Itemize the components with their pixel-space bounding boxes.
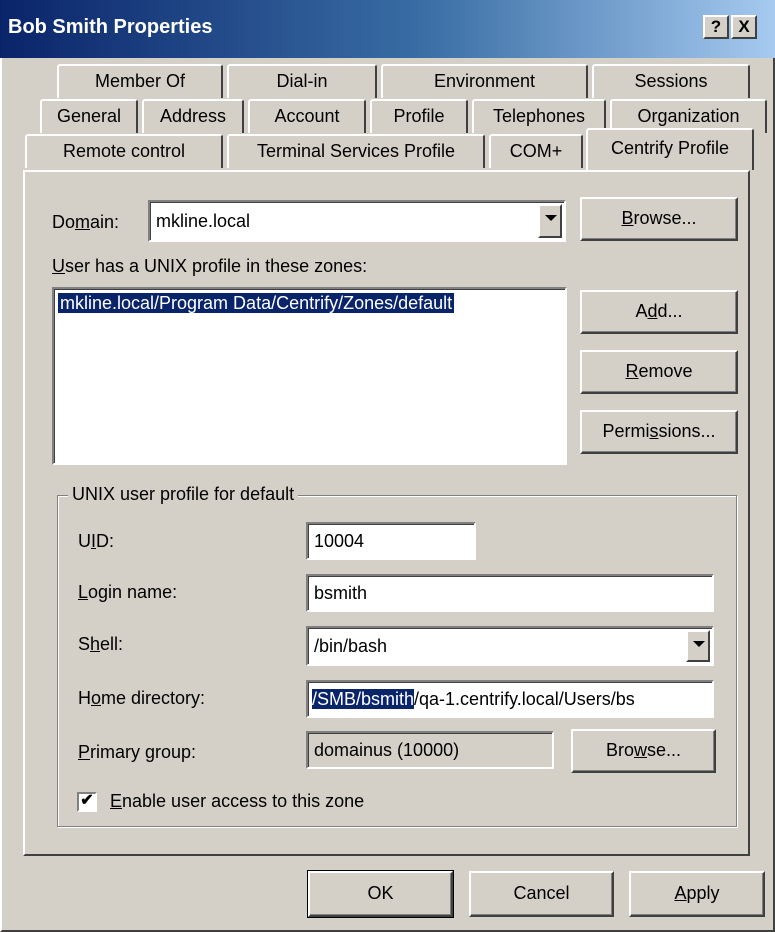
chevron-down-icon[interactable] <box>686 630 710 662</box>
tab-sessions[interactable]: Sessions <box>592 64 750 98</box>
enable-access-label[interactable]: Enable user access to this zone <box>110 791 364 812</box>
domain-value: mkline.local <box>156 211 251 231</box>
domain-label: Domain: <box>52 212 120 232</box>
close-icon: X <box>738 17 750 36</box>
uid-label: UID: <box>78 531 115 551</box>
tab-com-plus[interactable]: COM+ <box>489 134 583 168</box>
home-directory-field[interactable]: /SMB/bsmith/qa-1.centrify.local/Users/bs <box>306 680 714 718</box>
tab-remote-control[interactable]: Remote control <box>25 134 223 168</box>
home-directory-label: Home directory: <box>78 688 206 708</box>
domain-combobox[interactable]: mkline.local <box>148 200 566 242</box>
home-directory-selection: /SMB/bsmith <box>312 689 415 709</box>
tab-centrify-profile[interactable]: Centrify Profile <box>586 128 754 170</box>
chevron-down-icon[interactable] <box>538 204 562 238</box>
cancel-button[interactable]: Cancel <box>469 871 614 917</box>
primary-group-field: domainus (10000) <box>306 731 554 769</box>
tab-terminal-services-profile[interactable]: Terminal Services Profile <box>227 134 485 168</box>
help-button[interactable]: ? <box>703 15 729 39</box>
shell-combobox[interactable]: /bin/bash <box>306 626 714 666</box>
primary-group-label: Primary group: <box>78 742 197 762</box>
checkmark-icon: ✔ <box>80 792 94 809</box>
shell-label: Shell: <box>78 634 124 654</box>
tab-dial-in[interactable]: Dial-in <box>227 64 377 98</box>
help-icon: ? <box>710 17 722 36</box>
list-item[interactable]: mkline.local/Program Data/Centrify/Zones… <box>58 293 561 314</box>
permissions-button[interactable]: Permissions... <box>580 410 738 454</box>
zones-listbox[interactable]: mkline.local/Program Data/Centrify/Zones… <box>52 287 567 465</box>
window-title: Bob Smith Properties <box>8 16 213 38</box>
tab-member-of[interactable]: Member Of <box>57 64 223 98</box>
login-name-field[interactable]: bsmith <box>306 574 714 612</box>
ok-button[interactable]: OK <box>307 870 454 918</box>
add-zone-button[interactable]: Add... <box>580 290 738 334</box>
groupbox-title: UNIX user profile for default <box>68 484 299 505</box>
tab-general[interactable]: General <box>40 99 138 133</box>
primary-group-browse-button[interactable]: Browse... <box>571 729 716 773</box>
tab-profile[interactable]: Profile <box>370 99 468 133</box>
apply-button[interactable]: Apply <box>629 871 765 917</box>
close-button[interactable]: X <box>731 15 757 39</box>
domain-browse-button[interactable]: Browse... <box>580 197 738 241</box>
login-name-label: Login name: <box>78 582 178 602</box>
uid-field[interactable]: 10004 <box>306 522 476 560</box>
tab-environment[interactable]: Environment <box>381 64 588 98</box>
zones-label: User has a UNIX profile in these zones: <box>52 256 368 276</box>
remove-zone-button[interactable]: Remove <box>580 350 738 394</box>
enable-access-checkbox[interactable]: ✔ <box>77 792 97 812</box>
tab-account[interactable]: Account <box>248 99 366 133</box>
tab-address[interactable]: Address <box>142 99 244 133</box>
